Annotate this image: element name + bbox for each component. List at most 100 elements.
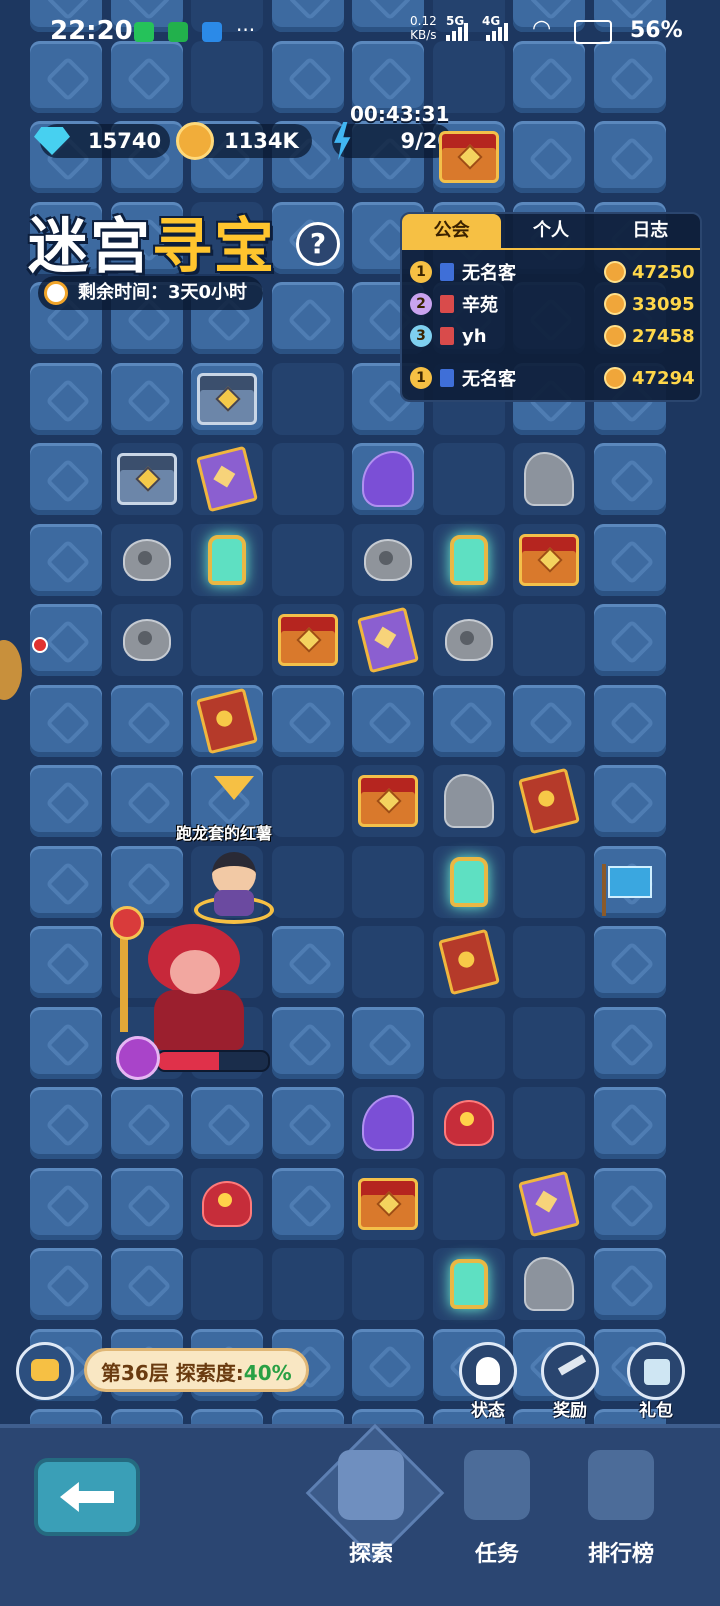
shadow-tentacle-icon-sprite <box>362 451 414 507</box>
stone-tile[interactable] <box>593 523 666 596</box>
stone-tile[interactable] <box>30 443 102 515</box>
spell-book-icon[interactable] <box>513 1168 585 1240</box>
lantern-icon[interactable] <box>433 1248 505 1320</box>
fire-imp-icon[interactable] <box>433 1087 505 1159</box>
rank-badge: 2 <box>410 293 432 315</box>
stone-tile[interactable] <box>593 765 666 837</box>
stone-tile[interactable] <box>30 1248 102 1320</box>
stone-tile[interactable] <box>30 523 102 596</box>
stone-tile[interactable] <box>593 1167 666 1240</box>
tab-personal[interactable]: 个人 <box>501 214 600 248</box>
spell-book-icon[interactable] <box>352 604 424 676</box>
leaderboard-self-row[interactable]: 1 无名客 47294 <box>410 364 695 392</box>
nav-quests-label: 任务 <box>474 1542 519 1567</box>
stone-tile[interactable] <box>30 845 102 918</box>
back-button[interactable] <box>34 1458 140 1536</box>
lantern-icon-sprite <box>449 534 488 585</box>
player-name: 无名客 <box>462 263 516 284</box>
stone-tile[interactable] <box>110 1167 183 1240</box>
nav-ranking[interactable]: 排行榜 <box>566 1450 676 1568</box>
stone-tile[interactable] <box>110 684 183 757</box>
shadow-tentacle-icon[interactable] <box>352 1087 424 1159</box>
stone-tile[interactable] <box>593 443 666 515</box>
treasure-chest-icon[interactable] <box>433 121 505 193</box>
stone-tile[interactable] <box>110 1087 183 1159</box>
stone-tile[interactable] <box>352 684 424 757</box>
stone-tile[interactable] <box>593 926 666 998</box>
stone-tile[interactable] <box>271 1087 344 1159</box>
treasure-chest-icon[interactable] <box>352 1168 424 1240</box>
spell-book-icon[interactable] <box>191 443 263 515</box>
coin-counter[interactable]: 1134K <box>176 122 312 160</box>
battery-icon <box>574 20 612 44</box>
stone-tile[interactable] <box>30 362 102 435</box>
silver-chest-icon[interactable] <box>191 363 263 435</box>
stone-statue-icon[interactable] <box>513 1248 585 1320</box>
stone-tile[interactable] <box>271 1167 344 1240</box>
red-tome-icon[interactable] <box>513 765 585 837</box>
stone-tile[interactable] <box>30 1167 102 1240</box>
stone-tile[interactable] <box>271 684 344 757</box>
leaderboard-row[interactable]: 1 无名客 47250 <box>410 258 695 286</box>
leaderboard-row[interactable]: 2 辛苑 33095 <box>410 290 695 318</box>
stone-tile[interactable] <box>593 1248 666 1320</box>
gear-golem-icon[interactable] <box>352 524 424 596</box>
stone-tile[interactable] <box>593 1006 666 1079</box>
treasure-chest-icon[interactable] <box>513 524 585 596</box>
silver-chest-icon[interactable] <box>111 443 183 515</box>
red-tome-icon[interactable] <box>433 926 505 998</box>
fire-imp-icon[interactable] <box>191 1168 263 1240</box>
stone-tile[interactable] <box>30 765 102 837</box>
chat-button[interactable] <box>16 1342 74 1400</box>
stone-tile[interactable] <box>110 765 183 837</box>
stone-statue-icon[interactable] <box>513 443 585 515</box>
stone-tile[interactable] <box>110 1248 183 1320</box>
stone-tile[interactable] <box>352 1006 424 1079</box>
gear-golem-icon[interactable] <box>433 604 505 676</box>
stone-tile[interactable] <box>30 1006 102 1079</box>
lantern-icon-sprite <box>449 856 488 907</box>
stone-statue-icon[interactable] <box>433 765 505 837</box>
nav-explore[interactable]: 探索 <box>316 1450 426 1568</box>
red-tome-icon[interactable] <box>191 685 263 757</box>
stone-tile[interactable] <box>513 121 585 193</box>
stone-tile[interactable] <box>593 604 666 676</box>
lantern-icon[interactable] <box>433 846 505 918</box>
stone-tile[interactable] <box>432 684 505 757</box>
tab-log[interactable]: 日志 <box>601 214 700 248</box>
stone-tile[interactable] <box>593 121 666 193</box>
floor-label: 第36层 探索度: <box>101 1361 244 1385</box>
status-button[interactable]: 状态 <box>456 1342 520 1421</box>
floor-tile <box>191 1248 263 1320</box>
gear-golem-icon[interactable] <box>111 524 183 596</box>
treasure-chest-icon[interactable] <box>352 765 424 837</box>
stone-tile[interactable] <box>352 1328 424 1401</box>
tab-guild[interactable]: 公会 <box>402 214 502 248</box>
stone-tile[interactable] <box>191 1087 263 1159</box>
treasure-chest-icon[interactable] <box>272 604 344 676</box>
stone-tile[interactable] <box>271 1006 344 1079</box>
remaining-time-label: 剩余时间：3天0小时 <box>78 282 248 303</box>
stone-tile[interactable] <box>513 684 585 757</box>
stone-tile[interactable] <box>30 684 102 757</box>
help-button[interactable]: ? <box>296 222 340 266</box>
stone-tile[interactable] <box>593 1087 666 1159</box>
reward-button[interactable]: 奖励 <box>538 1342 602 1421</box>
stone-tile[interactable] <box>271 926 344 998</box>
leaderboard-panel: 公会 个人 日志 1 无名客 47250 2 辛苑 33095 3 yh 27458 1 无名客 4729… <box>400 212 702 402</box>
checkpoint-flag-icon[interactable] <box>594 846 666 918</box>
stone-tile[interactable] <box>593 684 666 757</box>
shadow-tentacle-icon[interactable] <box>352 443 424 515</box>
stone-tile[interactable] <box>30 1087 102 1159</box>
stone-tile[interactable] <box>30 926 102 998</box>
lantern-icon[interactable] <box>191 524 263 596</box>
score-coin-icon <box>604 293 626 315</box>
stone-tile[interactable] <box>110 362 183 435</box>
gear-golem-icon[interactable] <box>111 604 183 676</box>
lantern-icon[interactable] <box>433 524 505 596</box>
gem-counter[interactable]: 15740 <box>34 124 170 158</box>
gift-pack-button[interactable]: 礼包 <box>624 1342 688 1421</box>
stone-tile[interactable] <box>271 282 344 354</box>
nav-quests[interactable]: 任务 <box>442 1450 552 1568</box>
leaderboard-row[interactable]: 3 yh 27458 <box>410 322 695 350</box>
